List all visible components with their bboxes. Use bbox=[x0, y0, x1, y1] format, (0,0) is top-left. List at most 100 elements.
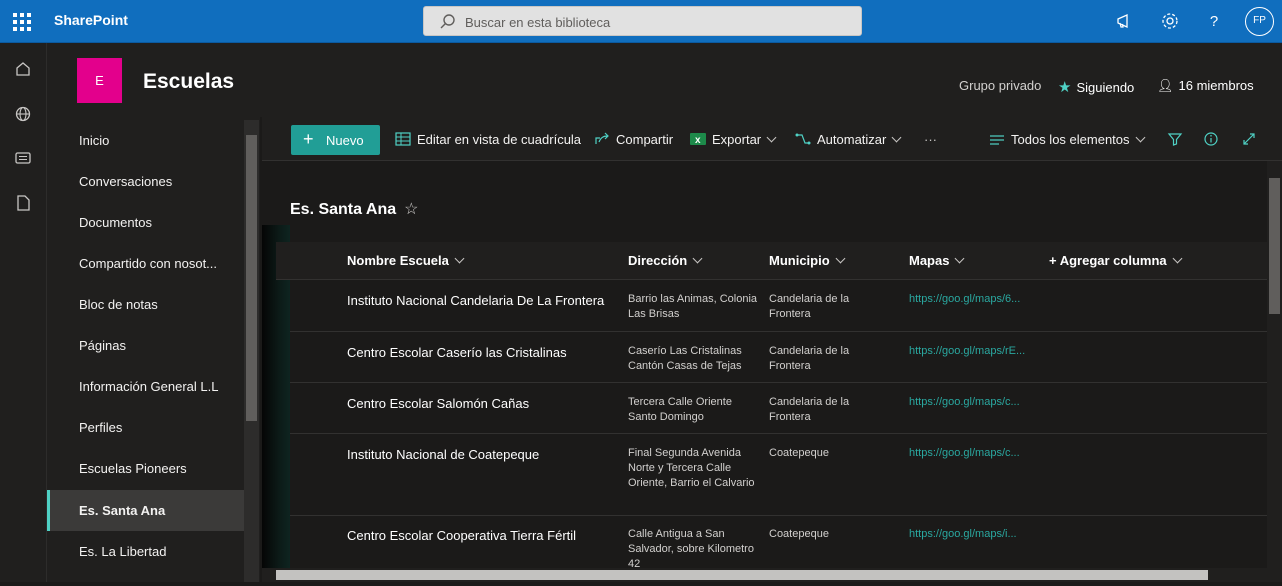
site-logo[interactable]: E bbox=[77, 58, 122, 103]
chevron-down-icon bbox=[1172, 253, 1183, 264]
follow-button[interactable]: ★ Siguiendo bbox=[1058, 78, 1134, 96]
view-selector[interactable]: Todos los elementos bbox=[989, 132, 1145, 147]
column-header-label: Nombre Escuela bbox=[347, 253, 449, 268]
cell-address: Barrio las Animas, Colonia Las Brisas bbox=[628, 293, 758, 320]
nav-item-conversaciones[interactable]: Conversaciones bbox=[47, 161, 244, 202]
star-outline-icon[interactable]: ☆ bbox=[404, 201, 418, 218]
app-bar bbox=[0, 43, 47, 586]
nav-item-documentos[interactable]: Documentos bbox=[47, 202, 244, 243]
list-vertical-scrollbar-thumb[interactable] bbox=[1269, 178, 1280, 314]
list-title: Es. Santa Ana ☆ bbox=[290, 199, 418, 219]
news-icon[interactable] bbox=[12, 147, 34, 169]
cell-address: Calle Antigua a San Salvador, sobre Kilo… bbox=[628, 528, 754, 568]
nav-item-es-la-libertad[interactable]: Es. La Libertad bbox=[47, 531, 244, 572]
column-header-label: Municipio bbox=[769, 253, 830, 268]
nav-item-es-santa-ana[interactable]: Es. Santa Ana bbox=[47, 490, 244, 531]
column-header-label: Dirección bbox=[628, 253, 688, 268]
flow-icon bbox=[795, 133, 811, 145]
nav-item-compartido[interactable]: Compartido con nosot... bbox=[47, 243, 244, 284]
group-privacy-label: Grupo privado bbox=[959, 78, 1042, 93]
more-button[interactable]: ··· bbox=[924, 132, 937, 147]
excel-icon: x bbox=[690, 133, 706, 146]
info-icon[interactable] bbox=[1203, 131, 1219, 147]
search-placeholder: Buscar en esta biblioteca bbox=[465, 15, 611, 30]
site-title[interactable]: Escuelas bbox=[143, 70, 234, 94]
nav-item-perfiles[interactable]: Perfiles bbox=[47, 407, 244, 448]
home-icon[interactable] bbox=[12, 58, 34, 80]
export-label: Exportar bbox=[712, 132, 762, 147]
window-bottom-edge bbox=[0, 582, 1282, 586]
grid-icon bbox=[395, 132, 411, 146]
column-header-label: Mapas bbox=[909, 253, 950, 268]
nav-item-bloc-de-notas[interactable]: Bloc de notas bbox=[47, 284, 244, 325]
nav-item-paginas[interactable]: Páginas bbox=[47, 325, 244, 366]
globe-icon[interactable] bbox=[12, 103, 34, 125]
list-title-text: Es. Santa Ana bbox=[290, 201, 397, 218]
nav-item-inicio[interactable]: Inicio bbox=[47, 120, 244, 161]
gear-icon[interactable] bbox=[1159, 10, 1181, 32]
cell-address: Caserío Las Cristalinas Cantón Casas de … bbox=[628, 345, 742, 372]
nav-item-escuelas-pioneers[interactable]: Escuelas Pioneers bbox=[47, 448, 244, 489]
chevron-down-icon bbox=[692, 253, 703, 264]
table-row-clip: Centro Escolar Cooperativa Tierra Fértil… bbox=[262, 516, 1267, 568]
search-icon bbox=[440, 14, 455, 29]
share-label: Compartir bbox=[616, 132, 674, 147]
automate-button[interactable]: Automatizar bbox=[795, 132, 902, 147]
expand-icon[interactable] bbox=[1241, 131, 1257, 147]
svg-text:?: ? bbox=[1210, 13, 1218, 30]
cell-map-link[interactable]: https://goo.gl/maps/i... bbox=[909, 528, 1017, 540]
cell-municipality: Coatepeque bbox=[769, 447, 829, 459]
cell-school-name[interactable]: Centro Escolar Salomón Cañas bbox=[347, 396, 529, 411]
megaphone-icon[interactable] bbox=[1114, 10, 1136, 32]
new-label: Nuevo bbox=[326, 133, 364, 148]
members-button[interactable]: 👤︎ 16 miembros bbox=[1157, 78, 1254, 94]
cell-map-link[interactable]: https://goo.gl/maps/c... bbox=[909, 447, 1020, 459]
cell-municipality: Coatepeque bbox=[769, 528, 829, 540]
help-icon[interactable]: ? bbox=[1203, 10, 1225, 32]
automate-label: Automatizar bbox=[817, 132, 887, 147]
add-column-button[interactable]: + Agregar columna bbox=[1049, 253, 1183, 268]
search-box[interactable]: Buscar en esta biblioteca bbox=[423, 6, 862, 36]
cell-school-name[interactable]: Centro Escolar Cooperativa Tierra Fértil bbox=[347, 528, 576, 543]
plus-icon: + bbox=[303, 129, 314, 149]
cell-map-link[interactable]: https://goo.gl/maps/c... bbox=[909, 396, 1020, 408]
list-horizontal-scrollbar-thumb[interactable] bbox=[276, 570, 1208, 580]
column-header-direccion[interactable]: Dirección bbox=[628, 253, 703, 268]
cell-map-link[interactable]: https://goo.gl/maps/rE... bbox=[909, 345, 1025, 357]
nav-scrollbar-thumb[interactable] bbox=[246, 135, 257, 421]
cell-map-link[interactable]: https://goo.gl/maps/6... bbox=[909, 293, 1020, 305]
avatar[interactable]: FP bbox=[1245, 7, 1274, 36]
chevron-down-icon bbox=[1135, 132, 1145, 143]
add-column-label: + Agregar columna bbox=[1049, 253, 1167, 268]
cell-school-name[interactable]: Instituto Nacional de Coatepeque bbox=[347, 447, 539, 462]
follow-label: Siguiendo bbox=[1076, 80, 1135, 95]
suite-bar: SharePoint Buscar en esta biblioteca ? F… bbox=[0, 0, 1282, 43]
person-icon: 👤︎ bbox=[1157, 78, 1174, 93]
column-header-mapas[interactable]: Mapas bbox=[909, 253, 965, 268]
nav-item-informacion-general[interactable]: Información General L.L bbox=[47, 366, 244, 407]
chevron-down-icon bbox=[891, 132, 902, 143]
site-navigation: Inicio Conversaciones Documentos Compart… bbox=[47, 117, 260, 586]
export-button[interactable]: x Exportar bbox=[690, 132, 777, 147]
view-label: Todos los elementos bbox=[1011, 132, 1130, 147]
column-header-municipio[interactable]: Municipio bbox=[769, 253, 846, 268]
grid-edit-button[interactable]: Editar en vista de cuadrícula bbox=[395, 132, 581, 147]
cell-school-name[interactable]: Instituto Nacional Candelaria De La Fron… bbox=[347, 293, 604, 308]
sharepoint-brand-link[interactable]: SharePoint bbox=[54, 12, 128, 28]
share-icon bbox=[595, 132, 609, 144]
share-button[interactable]: Compartir bbox=[594, 132, 673, 147]
app-launcher-icon[interactable] bbox=[10, 10, 32, 32]
cell-municipality: Candelaria de la Frontera bbox=[769, 293, 850, 320]
filter-icon[interactable] bbox=[1167, 131, 1183, 147]
list-view-icon bbox=[990, 135, 1004, 145]
cell-school-name[interactable]: Centro Escolar Caserío las Cristalinas bbox=[347, 345, 567, 360]
new-button[interactable]: + Nuevo bbox=[291, 125, 380, 155]
svg-text:x: x bbox=[695, 135, 701, 146]
chevron-down-icon bbox=[835, 253, 846, 264]
document-icon[interactable] bbox=[12, 192, 34, 214]
cell-municipality: Candelaria de la Frontera bbox=[769, 396, 850, 423]
cell-address: Final Segunda Avenida Norte y Tercera Ca… bbox=[628, 447, 755, 489]
members-label: 16 miembros bbox=[1178, 78, 1254, 93]
cell-address: Tercera Calle Oriente Santo Domingo bbox=[628, 396, 732, 423]
column-header-nombre[interactable]: Nombre Escuela bbox=[347, 253, 465, 268]
